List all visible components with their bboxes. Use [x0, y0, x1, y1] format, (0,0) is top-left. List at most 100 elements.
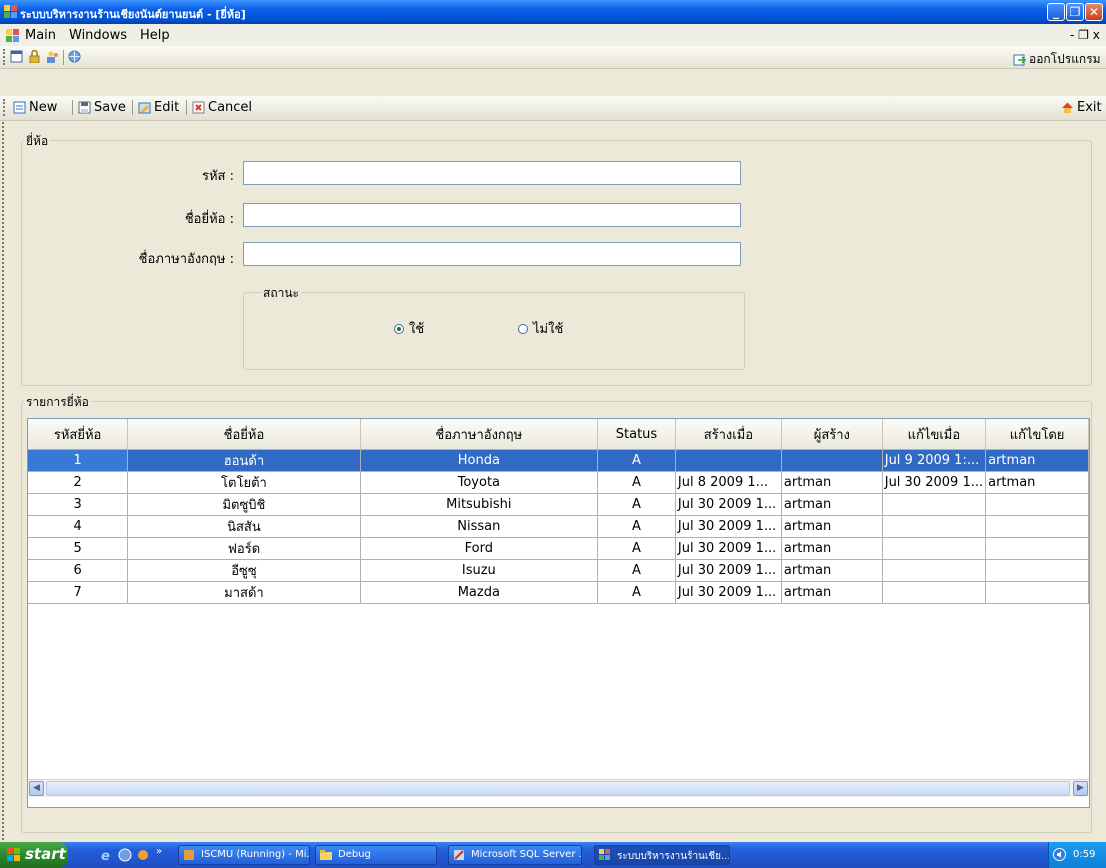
cell-code: 7 [28, 581, 129, 604]
exit-program-icon [1013, 54, 1026, 66]
cell-modified-by: artman [985, 471, 1089, 494]
english-name-input[interactable] [243, 242, 741, 266]
new-button[interactable]: New [13, 100, 57, 115]
exit-program-button[interactable]: ออกโปรแกรม [1013, 50, 1101, 69]
taskbar-item-app[interactable]: ระบบบริหารงานร้านเชีย... [594, 845, 730, 865]
cell-modified-by [985, 581, 1089, 604]
cell-english-name: Honda [360, 449, 599, 472]
column-header-created-at[interactable]: สร้างเมื่อ [675, 419, 782, 450]
exit-program-label: ออกโปรแกรม [1029, 52, 1101, 66]
column-header-status[interactable]: Status [597, 419, 676, 450]
taskbar: start e » ISCMU (Running) - Mi... Debug … [0, 842, 1106, 868]
cell-english-name: Toyota [360, 471, 599, 494]
lock-icon[interactable] [28, 49, 41, 66]
column-header-code[interactable]: รหัสยี่ห้อ [28, 419, 129, 450]
cell-english-name: Nissan [360, 515, 599, 538]
column-header-english-name[interactable]: ชื่อภาษาอังกฤษ [360, 419, 599, 450]
code-input[interactable] [243, 161, 741, 185]
column-header-created-by[interactable]: ผู้สร้าง [781, 419, 883, 450]
exit-label: Exit [1077, 100, 1102, 115]
column-header-modified-by[interactable]: แก้ไขโดย [985, 419, 1089, 450]
maximize-button[interactable]: ❐ [1066, 3, 1084, 21]
status-active-radio[interactable]: ใช้ [394, 318, 424, 339]
menu-help[interactable]: Help [140, 28, 170, 43]
taskbar-item-label: Debug [338, 849, 371, 860]
table-row[interactable]: 1 ฮอนด้า Honda A Jul 9 2009 1:... artman [28, 449, 1089, 472]
cell-name: โตโยต้า [127, 471, 361, 494]
column-header-name[interactable]: ชื่อยี่ห้อ [127, 419, 361, 450]
scroll-left-button[interactable]: ◀ [29, 781, 44, 796]
status-inactive-label: ไม่ใช้ [533, 322, 564, 337]
window-icon[interactable] [10, 50, 23, 66]
cell-modified-by: artman [985, 449, 1089, 472]
start-button[interactable]: start [0, 842, 68, 868]
edit-icon [138, 102, 151, 114]
edit-button[interactable]: Edit [138, 100, 179, 115]
taskbar-item-label: ระบบบริหารงานร้านเชีย... [617, 851, 730, 862]
taskbar-item-debug[interactable]: Debug [315, 845, 437, 865]
mdi-child-icon [6, 29, 19, 42]
toolbar-grip[interactable] [3, 99, 8, 116]
toolbar-separator [186, 100, 187, 115]
exit-button[interactable]: Exit [1061, 100, 1102, 115]
horizontal-scrollbar[interactable]: ◀ ▶ [28, 779, 1089, 797]
cancel-button[interactable]: Cancel [192, 100, 252, 115]
minimize-button[interactable]: _ [1047, 3, 1065, 21]
save-icon [78, 101, 91, 114]
radio-unchecked-icon [518, 323, 528, 334]
cell-modified-at [882, 493, 987, 516]
menu-bar: Main Windows Help - ❐ x [0, 24, 1106, 47]
app-quicklaunch-icon[interactable] [136, 848, 150, 865]
cell-english-name: Mazda [360, 581, 599, 604]
cell-modified-at [882, 559, 987, 582]
users-icon[interactable] [46, 50, 59, 66]
cell-modified-at [882, 537, 987, 560]
globe-icon[interactable] [68, 50, 81, 66]
status-group-label: สถานะ [261, 284, 301, 303]
toolbar-grip[interactable] [3, 49, 8, 65]
scroll-thumb[interactable] [46, 781, 1070, 796]
title-bar[interactable]: ระบบบริหารงานร้านเชียงนันต์ยานยนต์ - [ยี… [0, 0, 1106, 24]
cell-created-by: artman [781, 493, 883, 516]
column-header-modified-at[interactable]: แก้ไขเมื่อ [882, 419, 987, 450]
sql-server-icon [454, 850, 464, 860]
status-inactive-radio[interactable]: ไม่ใช้ [518, 318, 563, 339]
quicklaunch-more-icon[interactable]: » [156, 846, 162, 857]
cell-code: 2 [28, 471, 129, 494]
table-row[interactable]: 7 มาสด้า Mazda A Jul 30 2009 1... artman [28, 581, 1089, 604]
cell-created-at: Jul 8 2009 1... [675, 471, 782, 494]
cell-name: นิสสัน [127, 515, 361, 538]
cell-modified-by [985, 493, 1089, 516]
cell-created-by: artman [781, 471, 883, 494]
brand-name-label: ชื่อยี่ห้อ : [184, 212, 234, 227]
cell-modified-at [882, 581, 987, 604]
browser-quicklaunch-icon[interactable] [118, 848, 132, 865]
code-label: รหัส : [202, 169, 234, 184]
taskbar-item-iscmu[interactable]: ISCMU (Running) - Mi... [178, 845, 310, 865]
mdi-window-controls[interactable]: - ❐ x [1070, 28, 1100, 42]
table-row[interactable]: 5 ฟอร์ด Ford A Jul 30 2009 1... artman [28, 537, 1089, 560]
brand-grid[interactable]: รหัสยี่ห้อ ชื่อยี่ห้อ ชื่อภาษาอังกฤษ Sta… [27, 418, 1090, 808]
table-row[interactable]: 3 มิตซูบิชิ Mitsubishi A Jul 30 2009 1..… [28, 493, 1089, 516]
clock[interactable]: 0:59 [1073, 849, 1095, 860]
cell-name: มิตซูบิชิ [127, 493, 361, 516]
menu-windows[interactable]: Windows [69, 28, 127, 43]
cell-code: 3 [28, 493, 129, 516]
ie-quicklaunch-icon[interactable]: e [100, 848, 114, 865]
app-window-icon [599, 849, 610, 860]
save-button[interactable]: Save [78, 100, 126, 115]
cell-name: ฮอนด้า [127, 449, 361, 472]
taskbar-item-sql-server[interactable]: Microsoft SQL Server ... [448, 845, 582, 865]
cell-english-name: Mitsubishi [360, 493, 599, 516]
table-row[interactable]: 2 โตโยต้า Toyota A Jul 8 2009 1... artma… [28, 471, 1089, 494]
menu-main[interactable]: Main [25, 28, 56, 43]
start-label: start [25, 845, 66, 863]
table-row[interactable]: 4 นิสสัน Nissan A Jul 30 2009 1... artma… [28, 515, 1089, 538]
panel-grip [2, 122, 4, 840]
cell-status: A [597, 471, 676, 494]
table-row[interactable]: 6 อีซูซุ Isuzu A Jul 30 2009 1... artman [28, 559, 1089, 582]
close-button[interactable]: ✕ [1085, 3, 1103, 21]
scroll-right-button[interactable]: ▶ [1073, 781, 1088, 796]
volume-icon[interactable] [1053, 848, 1066, 864]
brand-name-input[interactable] [243, 203, 741, 227]
